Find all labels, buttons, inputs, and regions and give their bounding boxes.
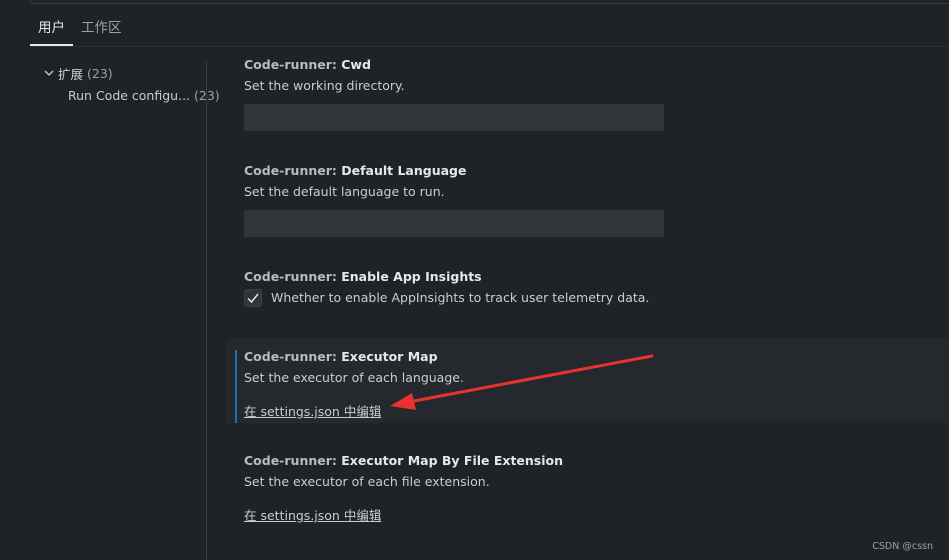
toc-item-extensions[interactable]: 扩展 (23) bbox=[40, 62, 210, 84]
watermark: CSDN @cssn bbox=[872, 541, 933, 552]
setting-description: Set the executor of each file extension. bbox=[244, 474, 490, 489]
toc-item-count: (23) bbox=[87, 65, 113, 81]
setting-category: Code-runner: bbox=[244, 163, 342, 178]
toc-item-label: Run Code configu... bbox=[68, 87, 191, 103]
setting-name: Executor Map By File Extension bbox=[341, 453, 564, 468]
chevron-down-icon bbox=[40, 65, 58, 81]
tab-workspace[interactable]: 工作区 bbox=[73, 16, 130, 46]
settings-scope-tabs: 用户 工作区 bbox=[30, 16, 130, 46]
setting-title: Code-runner: Cwd bbox=[244, 56, 949, 74]
setting-description: Set the default language to run. bbox=[244, 184, 445, 199]
setting-name: Enable App Insights bbox=[341, 269, 482, 284]
default-language-input[interactable] bbox=[244, 210, 664, 237]
settings-editor: 用户 工作区 扩展 (23) Run Code configu... (23) … bbox=[0, 0, 949, 560]
search-box-edge[interactable] bbox=[30, 0, 949, 4]
checkbox-row: Whether to enable AppInsights to track u… bbox=[244, 289, 949, 307]
toc-item-label: 扩展 bbox=[58, 66, 84, 82]
setting-enable-app-insights: Code-runner: Enable App Insights Whether… bbox=[207, 268, 949, 328]
setting-description: Whether to enable AppInsights to track u… bbox=[271, 290, 650, 305]
setting-title: Code-runner: Default Language bbox=[244, 162, 949, 180]
setting-executor-map-by-file-extension: Code-runner: Executor Map By File Extens… bbox=[207, 452, 949, 532]
cwd-input[interactable] bbox=[244, 104, 664, 131]
check-icon bbox=[247, 293, 259, 304]
tabs-divider bbox=[30, 46, 949, 47]
setting-category: Code-runner: bbox=[244, 269, 342, 284]
setting-description: Set the working directory. bbox=[244, 78, 405, 93]
setting-title: Code-runner: Executor Map bbox=[244, 348, 949, 366]
setting-default-language: Code-runner: Default Language Set the de… bbox=[207, 162, 949, 242]
setting-description: Set the executor of each language. bbox=[244, 370, 464, 385]
enable-app-insights-checkbox[interactable] bbox=[244, 289, 262, 307]
setting-name: Default Language bbox=[341, 163, 467, 178]
setting-executor-map: Code-runner: Executor Map Set the execut… bbox=[227, 338, 949, 423]
setting-name: Executor Map bbox=[341, 349, 438, 364]
toc-item-run-code-configuration[interactable]: Run Code configu... (23) bbox=[40, 84, 220, 106]
setting-title: Code-runner: Executor Map By File Extens… bbox=[244, 452, 949, 470]
setting-title: Code-runner: Enable App Insights bbox=[244, 268, 949, 286]
edit-in-settings-json-link[interactable]: 在 settings.json 中编辑 bbox=[244, 401, 381, 420]
settings-toc: 扩展 (23) Run Code configu... (23) bbox=[40, 62, 220, 106]
edit-in-settings-json-link[interactable]: 在 settings.json 中编辑 bbox=[244, 505, 381, 524]
setting-category: Code-runner: bbox=[244, 349, 342, 364]
setting-category: Code-runner: bbox=[244, 57, 342, 72]
tab-user[interactable]: 用户 bbox=[30, 16, 73, 46]
setting-cwd: Code-runner: Cwd Set the working directo… bbox=[207, 56, 949, 136]
setting-category: Code-runner: bbox=[244, 453, 342, 468]
setting-name: Cwd bbox=[341, 57, 371, 72]
